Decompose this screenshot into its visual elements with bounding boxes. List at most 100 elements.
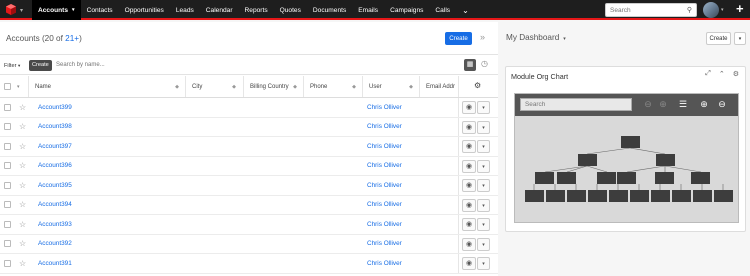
collapse-sidebar-icon[interactable]: » xyxy=(480,32,485,42)
assigned-user-link[interactable]: Chris Olliver xyxy=(367,196,419,215)
row-checkbox[interactable] xyxy=(4,123,11,131)
row-actions-caret[interactable]: ▾ xyxy=(477,179,490,192)
org-node[interactable] xyxy=(535,172,554,184)
quick-create-plus-icon[interactable]: + xyxy=(736,2,744,16)
row-checkbox[interactable] xyxy=(4,103,11,111)
row-actions-caret[interactable]: ▾ xyxy=(477,218,490,231)
user-avatar[interactable] xyxy=(703,2,719,18)
row-actions-caret[interactable]: ▾ xyxy=(477,120,490,134)
activity-stream-clock-icon[interactable]: ◷ xyxy=(481,59,488,68)
sugar-logo-icon[interactable] xyxy=(6,4,16,15)
list-icon[interactable]: ☰ xyxy=(677,98,689,110)
list-total-link[interactable]: 21+ xyxy=(65,34,79,43)
dashboard-actions-caret[interactable]: ▾ xyxy=(734,32,746,45)
nav-item-leads[interactable]: Leads xyxy=(170,0,200,20)
previous-arrow-icon[interactable]: ⊖ xyxy=(642,98,654,110)
column-header-user[interactable]: User ◆ xyxy=(362,76,417,97)
row-actions-caret[interactable]: ▾ xyxy=(477,257,490,270)
row-checkbox[interactable] xyxy=(4,220,11,228)
column-header-name[interactable]: Name ◆ xyxy=(28,76,183,97)
preview-eye-icon[interactable]: ◉ xyxy=(462,120,476,134)
nav-item-contacts[interactable]: Contacts xyxy=(81,0,119,20)
favorite-star-icon[interactable]: ☆ xyxy=(19,181,26,190)
chevron-up-icon[interactable]: ⌃ xyxy=(719,70,725,78)
column-header-billing-country[interactable]: Billing Country ◆ xyxy=(243,76,301,97)
assigned-user-link[interactable]: Chris Olliver xyxy=(367,157,419,176)
preview-eye-icon[interactable]: ◉ xyxy=(462,257,476,270)
org-node[interactable] xyxy=(714,190,733,202)
gear-icon[interactable]: ⚙ xyxy=(733,70,739,78)
account-name-link[interactable]: Account399 xyxy=(38,98,183,117)
preview-eye-icon[interactable]: ◉ xyxy=(462,159,476,173)
account-name-link[interactable]: Account397 xyxy=(38,137,183,156)
dashboard-create-button[interactable]: Create xyxy=(706,32,731,45)
org-node[interactable] xyxy=(691,172,710,184)
filter-dropdown[interactable]: Filter ▾ xyxy=(4,60,20,71)
assigned-user-link[interactable]: Chris Olliver xyxy=(367,118,419,137)
row-actions-caret[interactable]: ▾ xyxy=(477,159,490,173)
org-node[interactable] xyxy=(588,190,607,202)
favorite-star-icon[interactable]: ☆ xyxy=(19,122,26,131)
zoom-in-icon[interactable]: ⊕ xyxy=(698,98,710,110)
more-modules-chevron-icon[interactable]: ⌄ xyxy=(456,0,475,20)
preview-eye-icon[interactable]: ◉ xyxy=(462,179,476,192)
row-checkbox[interactable] xyxy=(4,240,11,248)
org-node[interactable] xyxy=(597,172,616,184)
org-node[interactable] xyxy=(655,172,674,184)
nav-item-quotes[interactable]: Quotes xyxy=(274,0,307,20)
org-node[interactable] xyxy=(546,190,565,202)
preview-eye-icon[interactable]: ◉ xyxy=(462,198,476,212)
org-node[interactable] xyxy=(578,154,597,166)
preview-eye-icon[interactable]: ◉ xyxy=(462,101,476,114)
row-checkbox[interactable] xyxy=(4,201,11,209)
nav-item-calls[interactable]: Calls xyxy=(429,0,456,20)
nav-item-reports[interactable]: Reports xyxy=(239,0,274,20)
global-search[interactable]: ⚲ xyxy=(605,3,697,17)
nav-item-emails[interactable]: Emails xyxy=(352,0,384,20)
nav-item-calendar[interactable]: Calendar xyxy=(200,0,239,20)
list-search-input[interactable]: Search by name... xyxy=(56,60,460,71)
row-checkbox[interactable] xyxy=(4,162,11,170)
favorite-star-icon[interactable]: ☆ xyxy=(19,161,26,170)
favorite-star-icon[interactable]: ☆ xyxy=(19,220,26,229)
favorite-star-icon[interactable]: ☆ xyxy=(19,239,26,248)
assigned-user-link[interactable]: Chris Olliver xyxy=(367,254,419,273)
account-name-link[interactable]: Account396 xyxy=(38,157,183,176)
sort-arrows-icon[interactable]: ◆ xyxy=(175,84,179,90)
account-name-link[interactable]: Account393 xyxy=(38,215,183,234)
create-account-button[interactable]: Create xyxy=(445,32,472,45)
org-node[interactable] xyxy=(672,190,691,202)
filter-create-button[interactable]: Create xyxy=(29,60,52,71)
chevron-down-icon[interactable]: ▾ xyxy=(17,84,20,90)
org-node[interactable] xyxy=(609,190,628,202)
row-checkbox[interactable] xyxy=(4,142,11,150)
sort-arrows-icon[interactable]: ◆ xyxy=(352,84,356,90)
sort-arrows-icon[interactable]: ◆ xyxy=(409,84,413,90)
select-all-checkbox[interactable] xyxy=(4,83,11,90)
nav-item-campaigns[interactable]: Campaigns xyxy=(384,0,429,20)
column-header-city[interactable]: City ◆ xyxy=(185,76,240,97)
nav-item-opportunities[interactable]: Opportunities xyxy=(119,0,170,20)
preview-eye-icon[interactable]: ◉ xyxy=(462,140,476,153)
preview-eye-icon[interactable]: ◉ xyxy=(462,218,476,231)
zoom-out-icon[interactable]: ⊖ xyxy=(716,98,728,110)
org-node[interactable] xyxy=(651,190,670,202)
account-name-link[interactable]: Account391 xyxy=(38,254,183,273)
account-name-link[interactable]: Account394 xyxy=(38,196,183,215)
assigned-user-link[interactable]: Chris Olliver xyxy=(367,235,419,254)
account-name-link[interactable]: Account395 xyxy=(38,176,183,195)
assigned-user-link[interactable]: Chris Olliver xyxy=(367,137,419,156)
sort-arrows-icon[interactable]: ◆ xyxy=(293,84,297,90)
org-node[interactable] xyxy=(656,154,675,166)
column-header-email-address[interactable]: Email Address xyxy=(419,76,455,97)
row-actions-caret[interactable]: ▾ xyxy=(477,101,490,114)
favorite-star-icon[interactable]: ☆ xyxy=(19,200,26,209)
list-view-toggle-icon[interactable]: ▦ xyxy=(464,59,476,71)
account-name-link[interactable]: Account398 xyxy=(38,118,183,137)
search-icon[interactable]: ⚲ xyxy=(687,6,692,14)
favorite-star-icon[interactable]: ☆ xyxy=(19,103,26,112)
expand-icon[interactable]: ⤢ xyxy=(705,70,711,78)
logo-menu-caret-icon[interactable]: ▾ xyxy=(20,7,23,14)
dashboard-selector[interactable]: My Dashboard ▾ xyxy=(506,33,566,42)
row-actions-caret[interactable]: ▾ xyxy=(477,237,490,251)
